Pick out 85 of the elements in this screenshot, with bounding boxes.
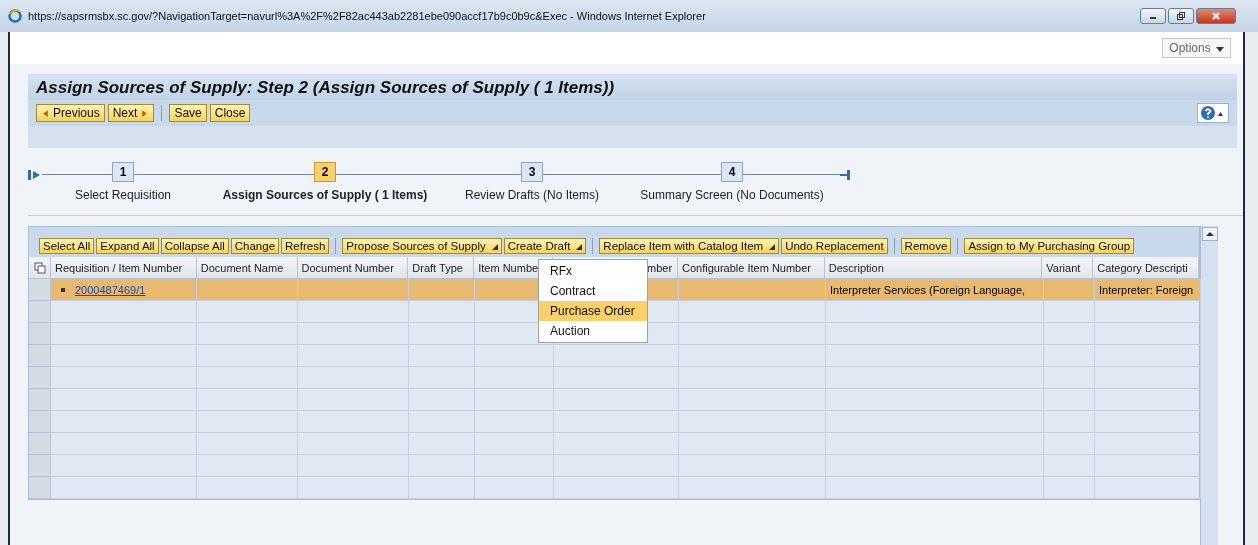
- column-header[interactable]: Requisition / Item Number: [55, 261, 183, 274]
- step-label[interactable]: Summary Screen (No Documents): [640, 188, 824, 202]
- roadmap-start-icon: [28, 169, 42, 181]
- toolbar-button[interactable]: Change: [230, 238, 280, 254]
- menu-item[interactable]: Auction: [539, 321, 647, 341]
- close-button[interactable]: [1196, 8, 1236, 24]
- toolbar-button[interactable]: Assign to My Purchasing Group: [964, 238, 1135, 254]
- table-cell: [1044, 433, 1095, 455]
- row-selector[interactable]: [29, 477, 51, 499]
- row-selector[interactable]: [29, 301, 51, 323]
- toolbar-button[interactable]: Propose Sources of Supply: [342, 238, 502, 254]
- table-cell: [409, 367, 475, 389]
- table-cell: [409, 433, 475, 455]
- toolbar-button[interactable]: Expand All: [96, 238, 159, 254]
- menu-item[interactable]: Purchase Order: [539, 301, 647, 321]
- column-header[interactable]: Item Numbe: [478, 261, 539, 274]
- restore-button[interactable]: [1168, 8, 1194, 24]
- nav-button[interactable]: Save: [169, 104, 207, 122]
- step-number[interactable]: 1: [112, 162, 134, 182]
- table-cell: [1044, 345, 1095, 367]
- column-header[interactable]: Draft Type: [412, 261, 463, 274]
- toolbar-button[interactable]: Refresh: [281, 238, 330, 254]
- step-label[interactable]: Review Drafts (No Items): [465, 188, 599, 202]
- column-header[interactable]: Variant: [1046, 261, 1081, 274]
- caret-icon: [1216, 47, 1224, 52]
- arrow-right-icon: [140, 108, 150, 118]
- row-selector[interactable]: [29, 345, 51, 367]
- help-icon[interactable]: [1197, 103, 1229, 123]
- table-cell: [409, 477, 475, 499]
- roadmap-end-icon: [840, 169, 850, 181]
- dropdown-caret-icon: [576, 244, 583, 250]
- page-title: Assign Sources of Supply: Step 2 (Assign Sources of Supply ( 1 Items)): [28, 74, 1237, 100]
- column-header[interactable]: Configurable Item Number: [682, 261, 812, 274]
- row-selector[interactable]: [29, 411, 51, 433]
- step-number[interactable]: 4: [721, 162, 743, 182]
- step-number[interactable]: 3: [521, 162, 543, 182]
- nav-button[interactable]: Previous: [36, 104, 105, 122]
- table-cell: Interpreter: Foreign: [1099, 283, 1194, 296]
- row-selector[interactable]: [29, 433, 51, 455]
- column-header[interactable]: Category Descripti: [1097, 261, 1188, 274]
- minimize-button[interactable]: [1140, 8, 1166, 24]
- table-cell: [1044, 411, 1095, 433]
- options-button[interactable]: Options: [1162, 38, 1231, 58]
- toolbar-button[interactable]: Replace Item with Catalog Item: [599, 238, 780, 254]
- column-header[interactable]: mber: [647, 261, 673, 274]
- table-cell: [1044, 389, 1095, 411]
- table-cell: Interpreter Services (Foreign Language,: [830, 283, 1026, 296]
- toolbar-button[interactable]: Collapse All: [160, 238, 229, 254]
- toolbar-button[interactable]: Select All: [39, 238, 95, 254]
- scroll-up-icon[interactable]: [1202, 227, 1218, 241]
- table-cell: [409, 411, 475, 433]
- column-header[interactable]: Description: [828, 261, 884, 274]
- menu-item[interactable]: Contract: [539, 281, 647, 301]
- toolbar-button[interactable]: Create Draft: [503, 238, 587, 254]
- table-cell: [1044, 477, 1095, 499]
- step-label[interactable]: Select Requisition: [74, 188, 172, 202]
- column-header[interactable]: Document Name: [200, 261, 284, 274]
- row-selector[interactable]: [29, 389, 51, 411]
- table-cell: [409, 389, 475, 411]
- table-cell: [1044, 301, 1095, 323]
- toolbar-button[interactable]: Undo Replacement: [781, 238, 888, 254]
- dropdown-caret-icon: [769, 244, 776, 250]
- menu-item[interactable]: RFx: [539, 261, 647, 281]
- restore-icon: [1176, 11, 1186, 21]
- bullet-icon: [61, 287, 65, 292]
- dropdown-caret-icon: [491, 244, 498, 250]
- toolbar-button[interactable]: Remove: [900, 238, 952, 254]
- window-title: https://sapsrmsbx.sc.gov/?NavigationTarget=navurl%3A%2F%2F82ac443ab2281ebe090accf17b9c0b9c&Exec - Windows Internet Explorer: [28, 10, 707, 22]
- arrow-left-icon: [41, 108, 50, 118]
- column-header[interactable]: Document Number: [301, 261, 394, 274]
- table-cell: [409, 345, 475, 367]
- table-cell: [1044, 367, 1095, 389]
- close-icon: [1211, 11, 1221, 21]
- step-label[interactable]: Assign Sources of Supply ( 1 Items): [222, 188, 428, 202]
- scrollbar[interactable]: [1200, 226, 1218, 545]
- row-selector[interactable]: [29, 323, 51, 345]
- nav-button[interactable]: Next: [107, 104, 155, 122]
- row-selector[interactable]: [29, 367, 51, 389]
- step-number[interactable]: 2: [314, 162, 336, 182]
- table-cell: [1044, 455, 1095, 477]
- table-cell: [409, 455, 475, 477]
- nav-button[interactable]: Close: [209, 104, 251, 122]
- row-selector[interactable]: [29, 455, 51, 477]
- table-cell: [1044, 323, 1095, 345]
- browser-icon: [8, 9, 22, 23]
